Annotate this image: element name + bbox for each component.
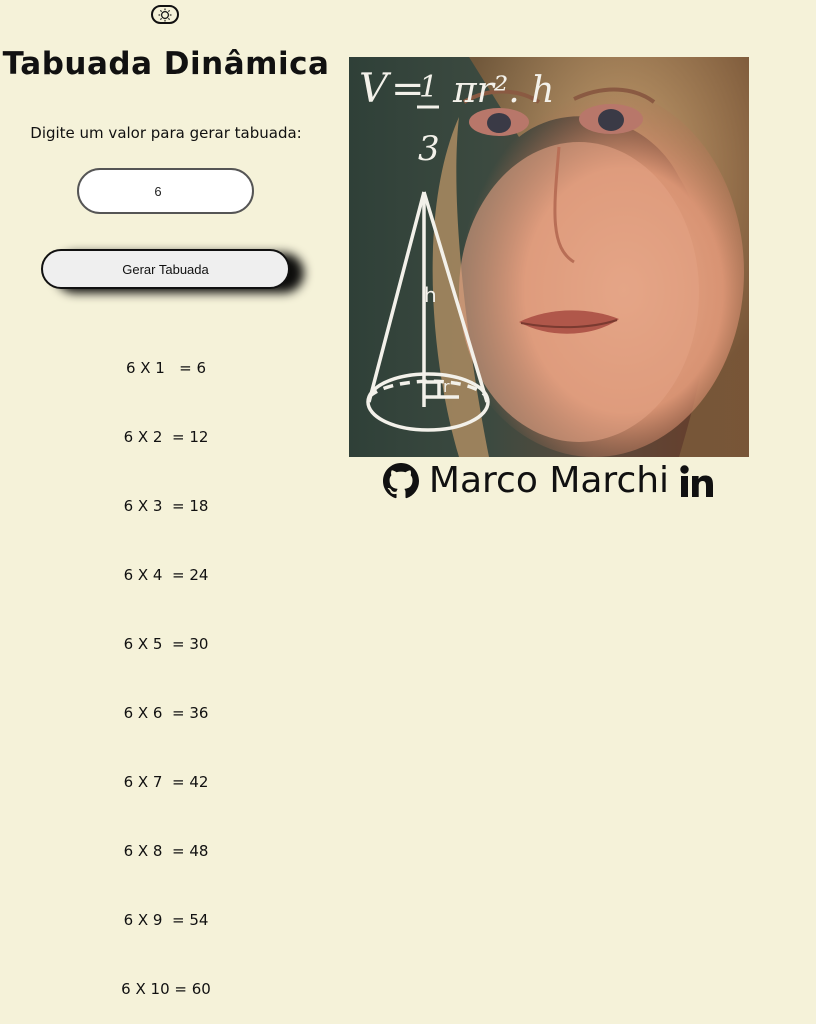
sun-icon (158, 8, 172, 21)
table-row: 6 X 6 = 36 (123, 704, 209, 722)
page-title: Tabuada Dinâmica (2, 46, 330, 82)
author-name: Marco Marchi (428, 460, 670, 501)
table-row: 6 X 4 = 24 (123, 566, 209, 584)
table-row: 6 X 8 = 48 (123, 842, 209, 860)
theme-toggle-button[interactable] (151, 5, 179, 24)
input-prompt-label: Digite um valor para gerar tabuada: (30, 124, 302, 142)
table-row: 6 X 10 = 60 (121, 980, 211, 998)
formula-denominator: 3 (418, 129, 440, 169)
cone-radius-label: r (443, 377, 450, 396)
table-row: 6 X 1 = 6 (125, 359, 207, 377)
math-meme-image: h r V = 1 3 πr². h (349, 57, 749, 457)
formula-numerator: 1 (419, 70, 438, 105)
linkedin-link[interactable] (679, 464, 715, 498)
cone-height-label: h (424, 283, 437, 307)
author-footer: Marco Marchi (349, 460, 749, 501)
generate-table-button[interactable]: Gerar Tabuada (41, 249, 290, 289)
linkedin-icon (680, 464, 714, 497)
github-icon (382, 462, 419, 498)
table-row: 6 X 2 = 12 (123, 428, 209, 446)
formula-v: V (359, 66, 392, 112)
formula-rest: πr². h (452, 70, 554, 111)
number-input[interactable] (77, 168, 254, 214)
table-row: 6 X 9 = 54 (123, 911, 209, 929)
table-row: 6 X 5 = 30 (123, 635, 209, 653)
multiplication-table: 6 X 1 = 6 6 X 2 = 12 6 X 3 = 18 6 X 4 = … (0, 311, 332, 1024)
table-row: 6 X 7 = 42 (123, 773, 209, 791)
github-link[interactable] (382, 462, 419, 499)
table-row: 6 X 3 = 18 (123, 497, 209, 515)
